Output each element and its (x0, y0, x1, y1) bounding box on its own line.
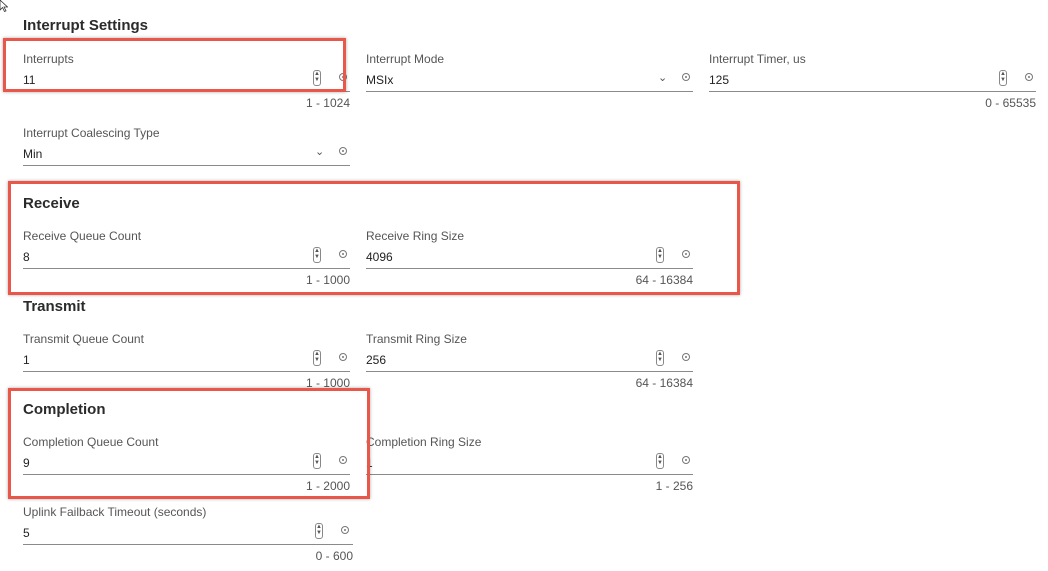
interrupt-mode-select[interactable]: MSIx ⌄ (366, 70, 693, 92)
section-title-interrupt-settings: Interrupt Settings (23, 17, 149, 34)
field-range: 1 - 256 (655, 479, 693, 493)
info-icon[interactable] (339, 147, 347, 155)
stepper-icon[interactable]: ▲ ▼ (999, 70, 1007, 86)
info-icon[interactable] (682, 73, 690, 81)
interrupt-timer-input[interactable]: 125 ▲ ▼ (709, 70, 1036, 92)
field-value: 125 (709, 73, 730, 87)
field-range: 0 - 65535 (985, 96, 1036, 110)
field-label: Interrupt Coalescing Type (23, 126, 160, 140)
info-icon[interactable] (339, 353, 347, 361)
field-range: 64 - 16384 (635, 376, 693, 390)
stepper-icon[interactable]: ▲ ▼ (656, 453, 664, 469)
stepper-icon[interactable]: ▲ ▼ (315, 523, 323, 539)
field-value: 256 (366, 353, 387, 367)
completion-ring-size-input[interactable]: 1 ▲ ▼ (366, 453, 693, 475)
field-label: Interrupt Timer, us (709, 52, 806, 66)
highlight-box-receive (8, 181, 740, 295)
transmit-queue-count-input[interactable]: 1 ▲ ▼ (23, 350, 350, 372)
chevron-down-icon[interactable]: ⌄ (658, 71, 667, 84)
section-title-transmit: Transmit (23, 298, 86, 315)
field-label: Completion Ring Size (366, 435, 482, 449)
field-label: Transmit Ring Size (366, 332, 467, 346)
info-icon[interactable] (682, 353, 690, 361)
info-icon[interactable] (341, 526, 349, 534)
stepper-icon[interactable]: ▲ ▼ (656, 350, 664, 366)
info-icon[interactable] (682, 456, 690, 464)
transmit-ring-size-input[interactable]: 256 ▲ ▼ (366, 350, 693, 372)
field-label: Interrupt Mode (366, 52, 445, 66)
highlight-box-completion (8, 388, 370, 499)
chevron-down-icon[interactable]: ⌄ (315, 145, 324, 158)
field-range: 1 - 1024 (305, 96, 350, 110)
info-icon[interactable] (1025, 73, 1033, 81)
field-value: 1 (23, 353, 30, 367)
field-value: Min (23, 147, 43, 161)
uplink-failback-timeout-input[interactable]: 5 ▲ ▼ (23, 523, 353, 545)
field-label: Transmit Queue Count (23, 332, 144, 346)
field-value: MSIx (366, 73, 394, 87)
field-value: 5 (23, 526, 30, 540)
stepper-icon[interactable]: ▲ ▼ (313, 350, 321, 366)
field-range: 0 - 600 (315, 549, 353, 563)
highlight-box-interrupts (3, 38, 346, 92)
field-label: Uplink Failback Timeout (seconds) (23, 505, 207, 519)
coalescing-type-select[interactable]: Min ⌄ (23, 144, 350, 166)
mouse-cursor-icon (0, 0, 8, 12)
